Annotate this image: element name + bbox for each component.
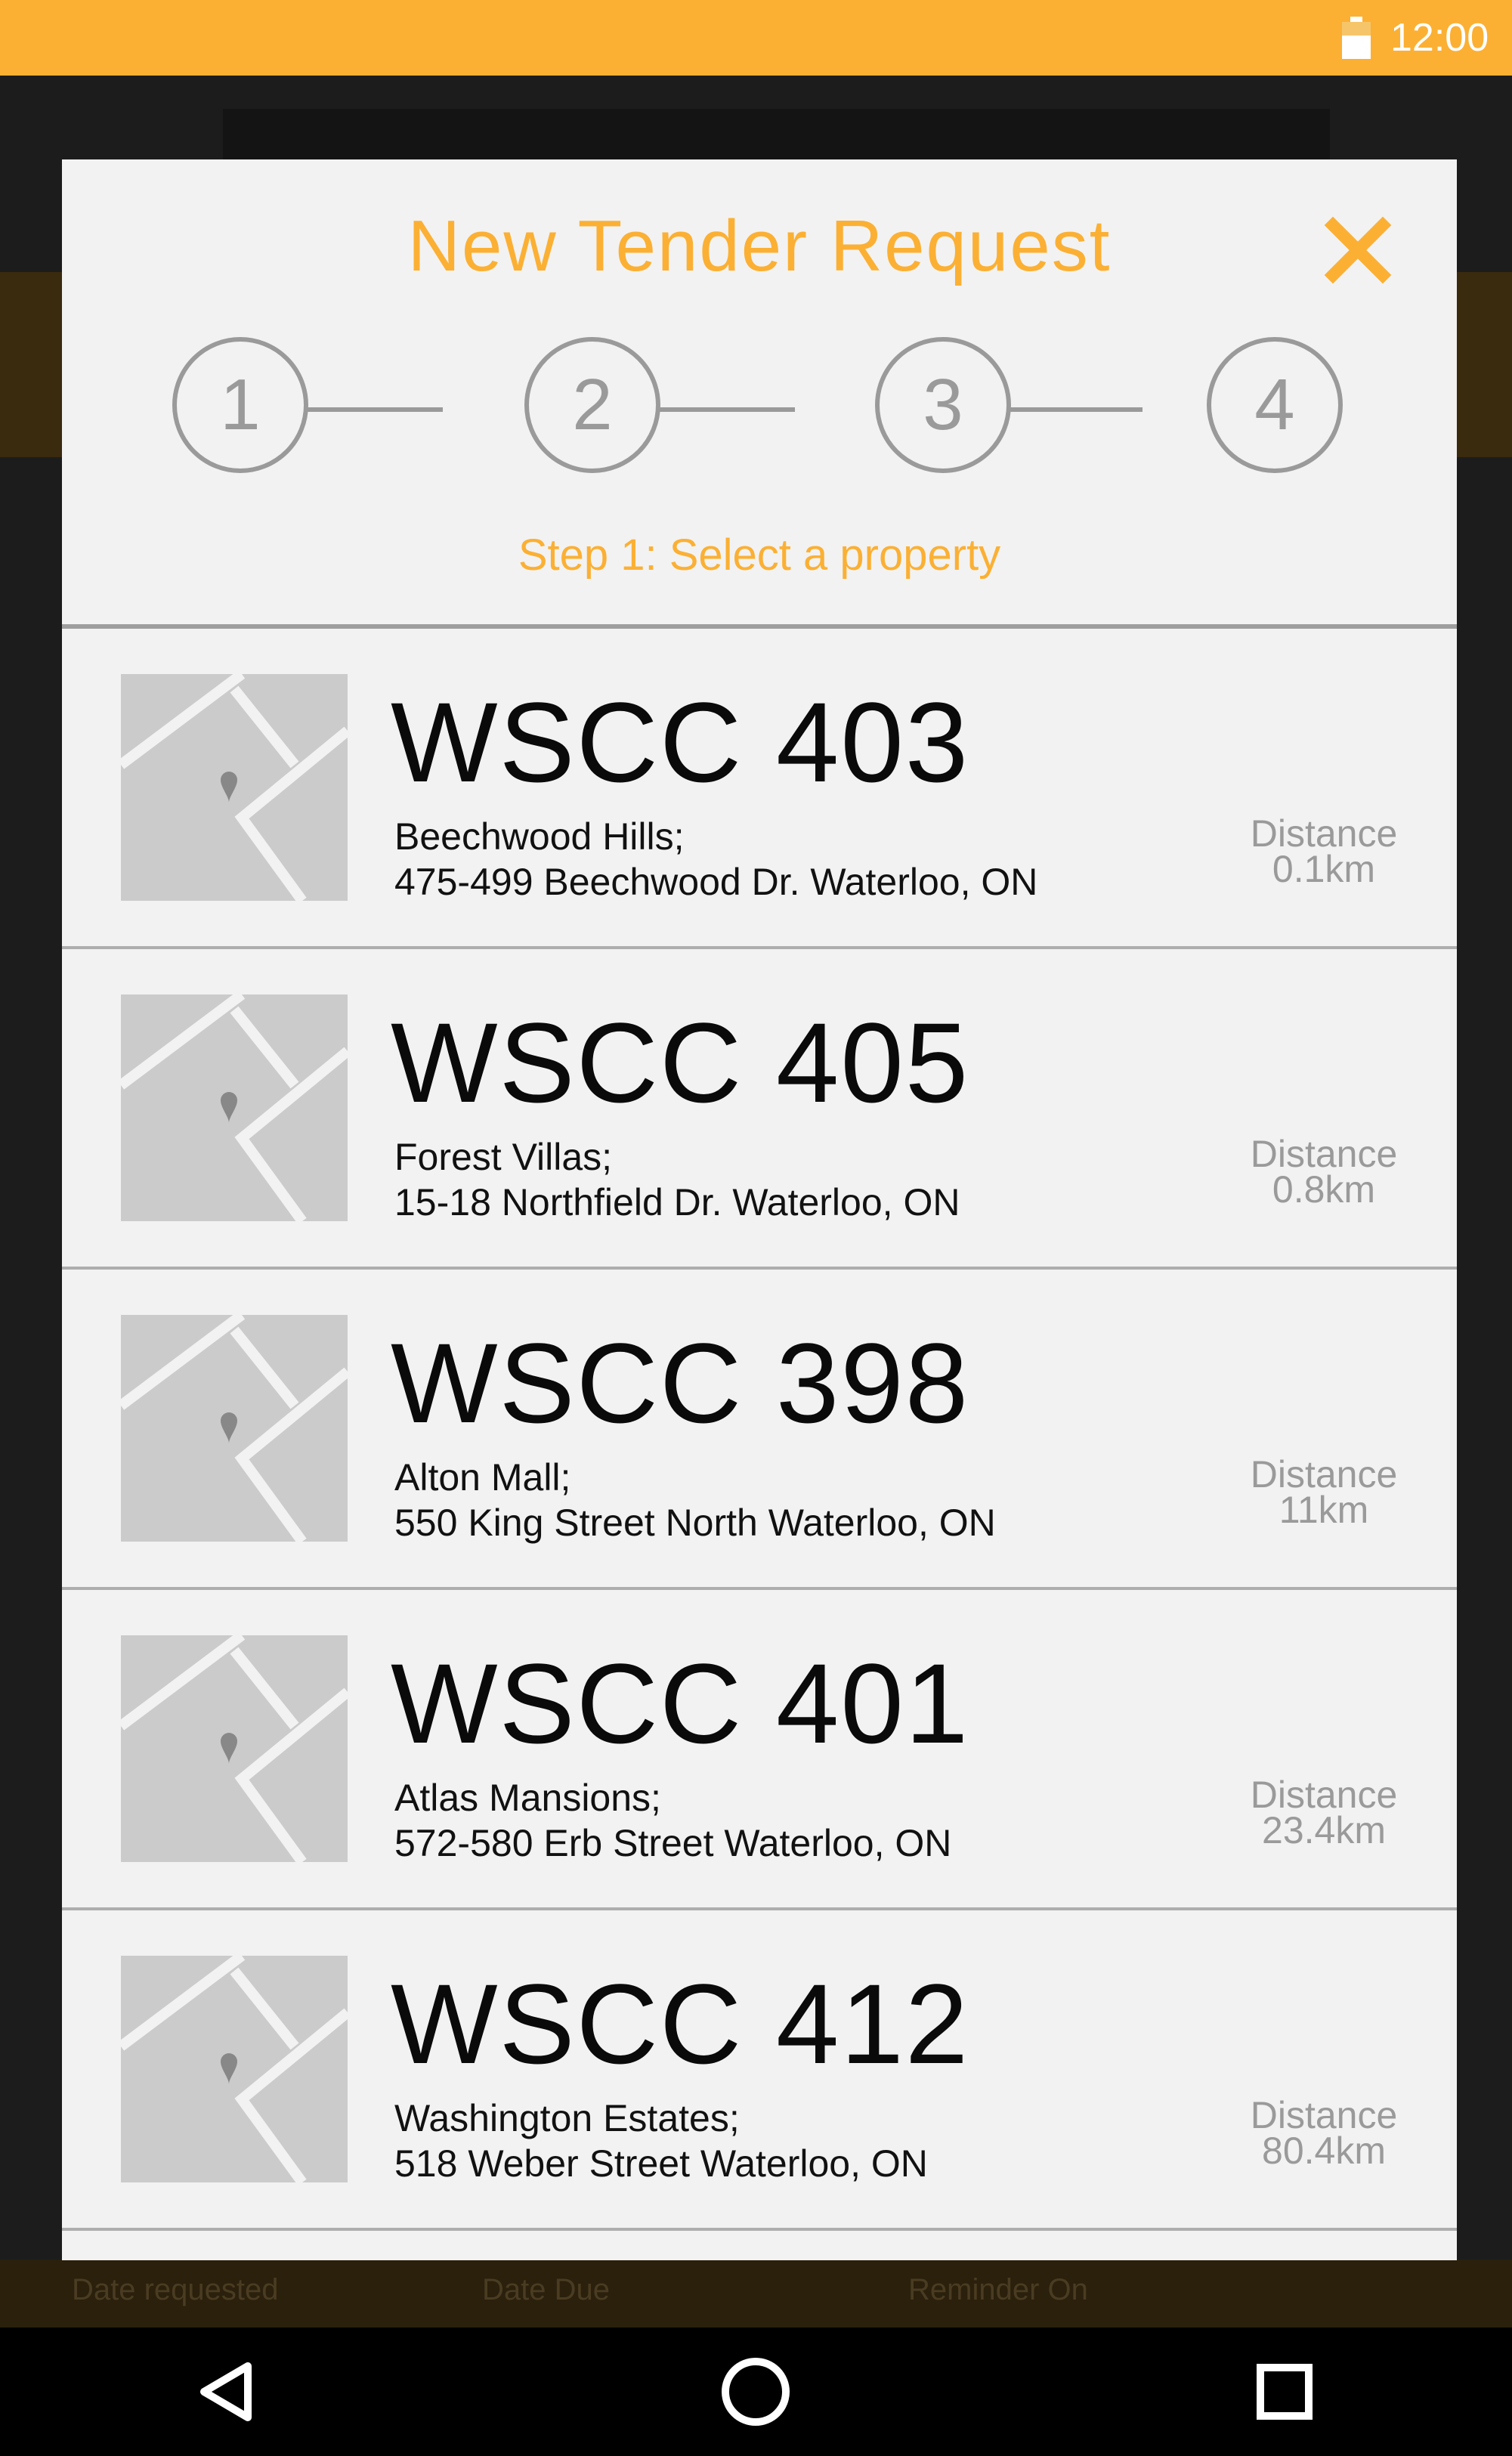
map-thumbnail-icon <box>121 1956 348 2182</box>
map-thumbnail-icon <box>121 1635 348 1862</box>
navigation-bar <box>0 2328 1512 2456</box>
distance-value: 80.4km <box>1262 2130 1386 2172</box>
map-thumbnail-icon <box>121 674 348 901</box>
map-thumbnail-icon <box>121 1315 348 1542</box>
map-thumbnail-icon <box>121 994 348 1221</box>
property-item[interactable]: WSCC 403 Beechwood Hills; 475-499 Beechw… <box>62 629 1457 949</box>
property-address: 550 King Street North Waterloo, ON <box>394 1502 996 1544</box>
distance-value: 11km <box>1279 1489 1369 1531</box>
step-4: 4 <box>1207 337 1343 473</box>
status-time: 12:00 <box>1390 16 1489 60</box>
property-subtitle: Washington Estates; <box>394 2097 740 2139</box>
property-name: WSCC 405 <box>391 999 970 1126</box>
close-icon <box>1324 216 1392 284</box>
distance-value: 0.1km <box>1272 848 1376 890</box>
back-button[interactable] <box>189 2354 264 2430</box>
property-item[interactable]: WSCC 405 Forest Villas; 15-18 Northfield… <box>62 949 1457 1270</box>
home-button[interactable] <box>718 2354 793 2430</box>
property-subtitle: Beechwood Hills; <box>394 815 685 858</box>
footer-label-reminder-on: Reminder On <box>908 2273 1088 2306</box>
list-divider <box>62 2228 1457 2231</box>
back-icon <box>200 2362 252 2421</box>
recents-button[interactable] <box>1247 2354 1322 2430</box>
home-icon <box>722 2358 790 2426</box>
property-address: 518 Weber Street Waterloo, ON <box>394 2142 928 2185</box>
step-3: 3 <box>875 337 1011 473</box>
dialog-title: New Tender Request <box>407 206 1112 286</box>
property-subtitle: Alton Mall; <box>394 1456 571 1499</box>
step-indicator: 1 2 3 4 <box>62 337 1457 481</box>
property-address: 15-18 Northfield Dr. Waterloo, ON <box>394 1181 960 1223</box>
battery-icon <box>1342 17 1371 59</box>
status-bar: 12:00 <box>0 0 1512 76</box>
step-caption: Step 1: Select a property <box>518 530 1001 580</box>
property-address: 572-580 Erb Street Waterloo, ON <box>394 1822 952 1864</box>
property-address: 475-499 Beechwood Dr. Waterloo, ON <box>394 861 1038 903</box>
background-footer: Date requested Date Due Reminder On <box>0 2260 1512 2328</box>
step-1: 1 <box>172 337 308 473</box>
property-subtitle: Atlas Mansions; <box>394 1777 661 1819</box>
step-connector <box>302 407 443 412</box>
new-tender-dialog: New Tender Request 1 2 3 4 Step 1: Selec… <box>62 159 1457 2260</box>
footer-label-date-due: Date Due <box>482 2273 610 2306</box>
step-2: 2 <box>524 337 660 473</box>
property-name: WSCC 412 <box>391 1960 970 2087</box>
property-name: WSCC 398 <box>391 1319 970 1446</box>
close-button[interactable] <box>1324 216 1392 284</box>
step-connector <box>1006 407 1143 412</box>
property-name: WSCC 403 <box>391 679 970 806</box>
property-item[interactable]: WSCC 412 Washington Estates; 518 Weber S… <box>62 1910 1457 2231</box>
distance-value: 23.4km <box>1262 1809 1386 1851</box>
footer-label-date-requested: Date requested <box>72 2273 279 2306</box>
recents-icon <box>1257 2364 1313 2420</box>
step-connector <box>654 407 795 412</box>
property-name: WSCC 401 <box>391 1640 970 1767</box>
property-subtitle: Forest Villas; <box>394 1136 613 1178</box>
distance-value: 0.8km <box>1272 1168 1376 1211</box>
property-item[interactable]: WSCC 398 Alton Mall; 550 King Street Nor… <box>62 1270 1457 1590</box>
property-list: WSCC 403 Beechwood Hills; 475-499 Beechw… <box>62 629 1457 2231</box>
property-item[interactable]: WSCC 401 Atlas Mansions; 572-580 Erb Str… <box>62 1590 1457 1910</box>
